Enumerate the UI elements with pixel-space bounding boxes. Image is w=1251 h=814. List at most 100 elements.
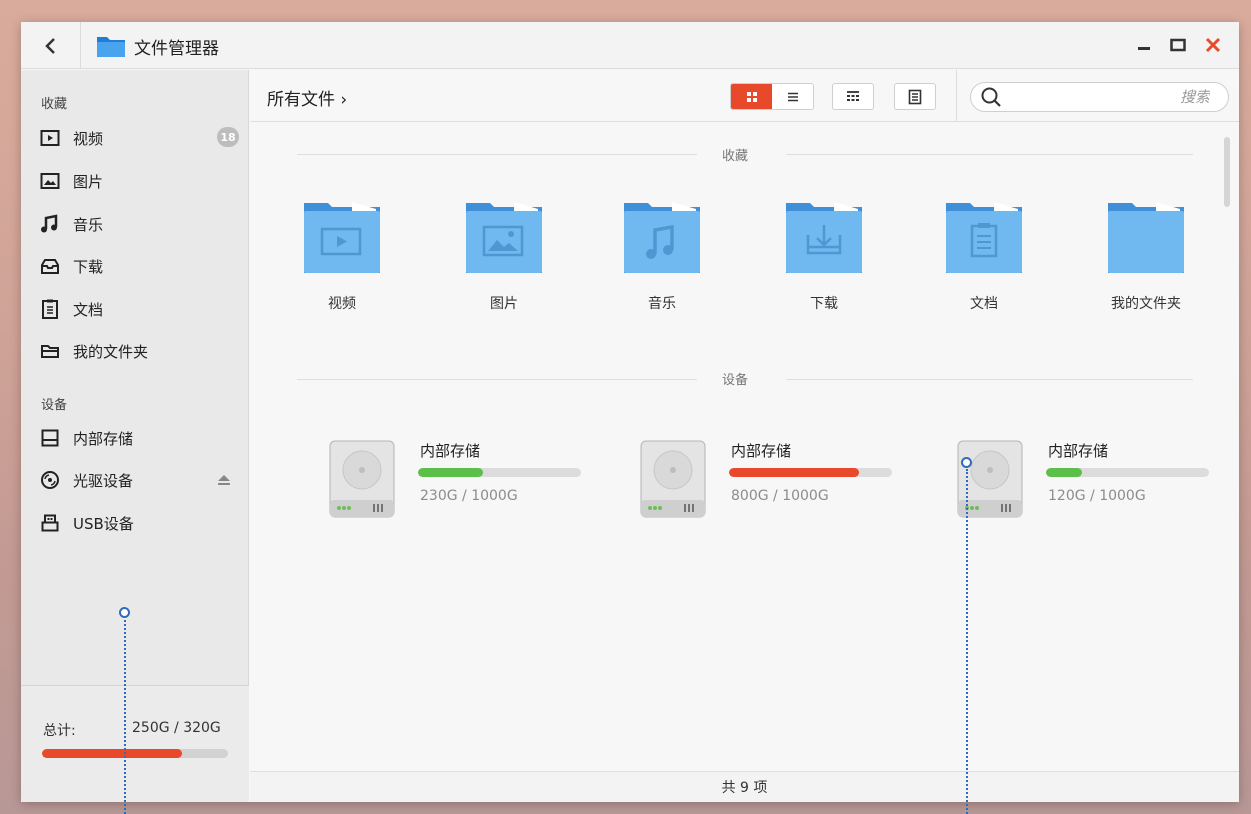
device-size: 120G / 1000G xyxy=(1048,488,1146,504)
image-folder-icon xyxy=(466,202,542,273)
sidebar-item-label: 图片 xyxy=(73,172,104,191)
sidebar-item-video[interactable]: 视频 18 xyxy=(39,123,239,153)
music-icon xyxy=(39,213,61,235)
search-input[interactable] xyxy=(1002,88,1228,106)
favorite-folder-documents[interactable]: 文档 xyxy=(924,199,1044,313)
devices-section-title: 设备 xyxy=(721,373,748,388)
device-card[interactable]: 内部存储 120G / 1000G xyxy=(957,440,1237,520)
sidebar-item-label: 文档 xyxy=(73,300,104,319)
view-mode-toggle xyxy=(730,83,814,110)
sidebar-item-downloads[interactable]: 下载 xyxy=(39,251,239,281)
total-usage-fill xyxy=(42,749,182,758)
sidebar-item-label: USB设备 xyxy=(73,514,134,533)
folder-app-icon xyxy=(97,37,125,57)
maximize-button[interactable] xyxy=(1167,34,1189,56)
favorite-folder-video[interactable]: 视频 xyxy=(282,199,402,313)
device-usage-fill xyxy=(729,468,860,477)
sidebar-devices-title: 设备 xyxy=(41,398,68,413)
video-icon xyxy=(39,127,61,149)
folder-icon xyxy=(39,340,61,362)
device-name: 内部存储 xyxy=(731,442,792,460)
chevron-left-icon xyxy=(44,37,55,54)
close-button[interactable] xyxy=(1202,34,1224,56)
usb-icon xyxy=(39,512,61,534)
sidebar-item-label: 音乐 xyxy=(73,215,104,234)
favorite-label: 我的文件夹 xyxy=(1111,296,1181,312)
download-icon xyxy=(39,255,61,277)
list-icon xyxy=(787,92,798,101)
sidebar-item-documents[interactable]: 文档 xyxy=(39,294,239,324)
total-value: 250G / 320G xyxy=(132,720,221,736)
annotation-marker xyxy=(961,457,972,468)
thumbnail-grid-icon xyxy=(847,90,859,101)
device-name: 内部存储 xyxy=(420,442,481,460)
favorite-folder-my-folder[interactable]: 我的文件夹 xyxy=(1086,199,1206,313)
breadcrumb[interactable]: 所有文件 › xyxy=(267,85,347,110)
document-folder-icon xyxy=(946,202,1022,273)
storage-summary: 总计: 250G / 320G xyxy=(21,685,249,802)
maximize-icon xyxy=(1170,38,1186,52)
sidebar-item-label: 下载 xyxy=(73,257,104,276)
main-content: 收藏 视频 图片 音乐 下载 文档 我的文件夹 设备 内部存储 230G / 1… xyxy=(250,123,1239,771)
image-icon xyxy=(39,170,61,192)
total-usage-bar xyxy=(42,749,228,758)
annotation-line xyxy=(966,469,968,814)
disc-icon xyxy=(39,469,61,491)
device-size: 800G / 1000G xyxy=(731,488,829,504)
minimize-button[interactable] xyxy=(1133,34,1155,56)
grid-view-button[interactable] xyxy=(731,84,772,109)
sidebar-item-music[interactable]: 音乐 xyxy=(39,209,239,239)
toolbar: 所有文件 › xyxy=(250,70,1239,122)
annotation-marker xyxy=(119,607,130,618)
status-bar: 共 9 项 xyxy=(250,771,1239,802)
favorite-label: 图片 xyxy=(490,296,518,312)
device-usage-bar xyxy=(729,468,892,477)
sidebar-item-label: 内部存储 xyxy=(73,429,134,448)
video-folder-icon xyxy=(304,202,380,273)
favorite-label: 音乐 xyxy=(648,296,676,312)
favorite-folder-downloads[interactable]: 下载 xyxy=(764,199,884,313)
folder-icon xyxy=(1108,202,1184,273)
device-usage-fill xyxy=(1046,468,1082,477)
device-size: 230G / 1000G xyxy=(420,488,518,504)
music-folder-icon xyxy=(624,202,700,273)
device-card[interactable]: 内部存储 230G / 1000G xyxy=(329,440,609,520)
document-icon xyxy=(39,298,61,320)
favorite-label: 文档 xyxy=(970,296,998,312)
list-view-button[interactable] xyxy=(772,84,813,109)
sidebar-item-my-folder[interactable]: 我的文件夹 xyxy=(39,336,239,366)
favorite-label: 视频 xyxy=(328,296,356,312)
device-card[interactable]: 内部存储 800G / 1000G xyxy=(640,440,920,520)
back-button[interactable] xyxy=(21,22,81,69)
download-folder-icon xyxy=(786,202,862,273)
item-count: 共 9 项 xyxy=(721,780,768,796)
close-icon xyxy=(1205,37,1221,53)
favorite-folder-music[interactable]: 音乐 xyxy=(602,199,722,313)
favorite-folder-images[interactable]: 图片 xyxy=(444,199,564,313)
device-usage-fill xyxy=(418,468,484,477)
device-usage-bar xyxy=(418,468,581,477)
sidebar-item-optical-drive[interactable]: 光驱设备 xyxy=(39,465,239,495)
device-name: 内部存储 xyxy=(1048,442,1109,460)
sidebar-item-label: 光驱设备 xyxy=(73,471,134,490)
details-icon xyxy=(908,89,922,104)
grid-icon xyxy=(746,91,757,102)
sidebar-item-usb[interactable]: USB设备 xyxy=(39,508,239,538)
drive-icon xyxy=(39,427,61,449)
total-label: 总计: xyxy=(43,723,76,739)
device-usage-bar xyxy=(1046,468,1209,477)
search-box[interactable] xyxy=(970,82,1229,112)
minimize-icon xyxy=(1138,47,1150,50)
eject-icon[interactable] xyxy=(217,472,231,491)
sidebar-item-images[interactable]: 图片 xyxy=(39,166,239,196)
annotation-line xyxy=(124,620,126,814)
count-badge: 18 xyxy=(217,127,239,147)
sidebar-item-internal-storage[interactable]: 内部存储 xyxy=(39,423,239,453)
details-button[interactable] xyxy=(894,83,936,110)
title-bar: 文件管理器 xyxy=(21,22,1239,69)
sidebar-item-label: 我的文件夹 xyxy=(73,342,149,361)
scrollbar[interactable] xyxy=(1224,137,1230,207)
icon-size-button[interactable] xyxy=(832,83,874,110)
favorite-label: 下载 xyxy=(810,296,838,312)
file-manager-window: 文件管理器 收藏 视频 18 图片 音乐 下载 文档 我的文件夹 设备 内部存储… xyxy=(21,22,1239,802)
